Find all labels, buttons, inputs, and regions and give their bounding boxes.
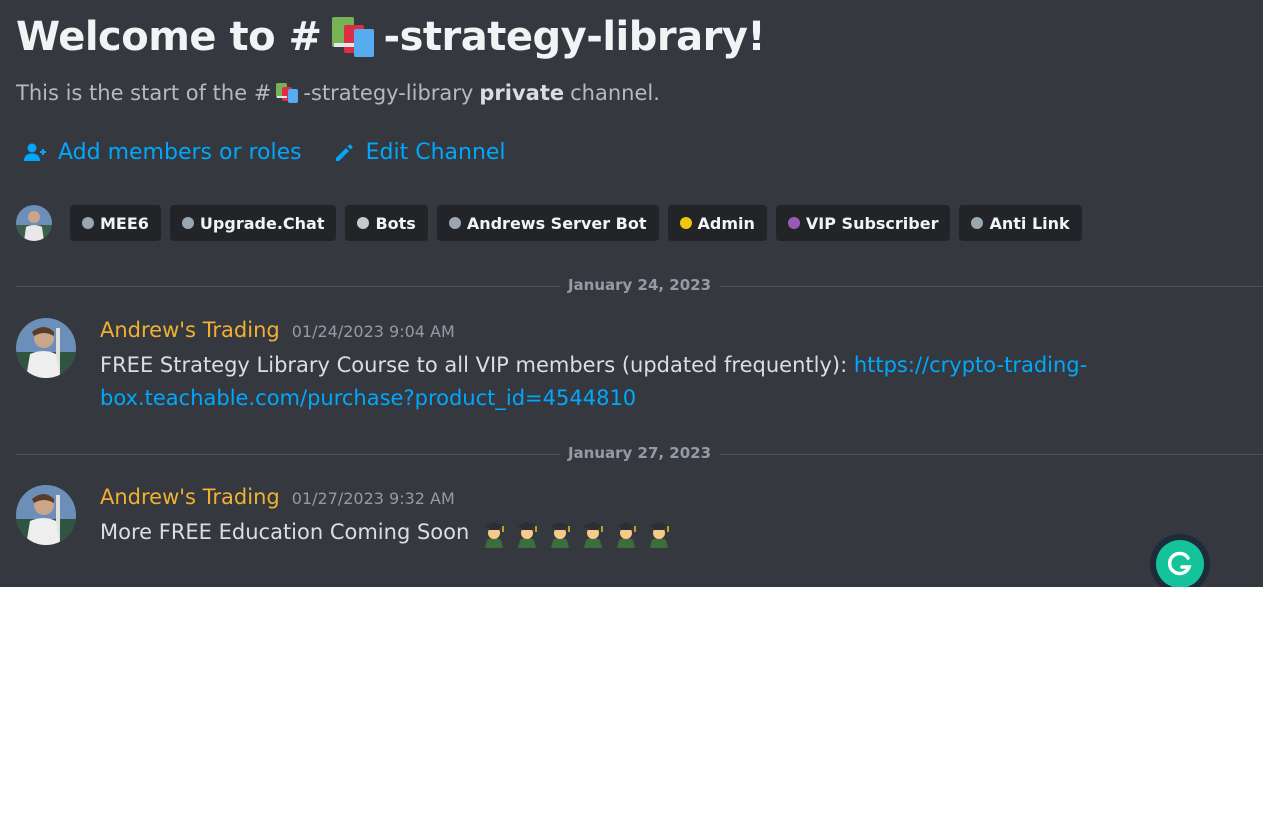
pencil-icon	[335, 144, 353, 161]
graduate-emoji-icon	[545, 518, 575, 548]
role-chip[interactable]: Bots	[345, 205, 428, 241]
message-body: Andrew's Trading 01/24/2023 9:04 AM FREE…	[100, 318, 1100, 415]
subtitle-channel: -strategy-library	[303, 81, 474, 105]
role-color-dot	[357, 217, 370, 229]
role-color-dot	[82, 217, 94, 229]
title-prefix: Welcome to #	[16, 14, 322, 60]
role-name: Anti Link	[989, 213, 1070, 233]
role-name: Bots	[375, 213, 416, 233]
role-color-dot	[787, 217, 800, 229]
message-author[interactable]: Andrew's Trading	[100, 485, 280, 509]
role-color-dot	[679, 217, 692, 229]
message-content: FREE Strategy Library Course to all VIP …	[100, 349, 1100, 415]
add-user-icon	[24, 143, 46, 161]
subtitle-prefix: This is the start of the #	[16, 81, 272, 105]
role-chip[interactable]: Admin	[667, 205, 767, 241]
channel-actions: Add members or roles Edit Channel	[24, 140, 538, 165]
role-chip[interactable]: MEE6	[70, 205, 161, 241]
role-chip[interactable]: Andrews Server Bot	[436, 205, 659, 241]
role-color-dot	[971, 217, 984, 229]
message-timestamp: 01/24/2023 9:04 AM	[291, 322, 455, 341]
graduate-emoji-icon	[479, 518, 509, 548]
emoji-group	[476, 520, 674, 548]
channel-welcome-panel: Welcome to # -strategy-library! This is …	[0, 0, 1263, 587]
date-divider: January 27, 2023	[16, 444, 1263, 462]
avatar[interactable]	[16, 205, 52, 241]
message-text: FREE Strategy Library Course to all VIP …	[100, 353, 854, 377]
role-name: MEE6	[100, 213, 149, 233]
role-name: Admin	[697, 213, 755, 233]
title-suffix: -strategy-library!	[383, 14, 766, 60]
subtitle-private: private	[479, 81, 565, 105]
add-members-button[interactable]: Add members or roles	[24, 140, 302, 165]
books-emoji-icon	[330, 15, 378, 59]
avatar[interactable]	[16, 318, 76, 378]
grammarly-button[interactable]	[1150, 534, 1210, 587]
role-color-dot	[448, 217, 461, 229]
role-chip[interactable]: VIP Subscriber	[775, 205, 951, 241]
message-body: Andrew's Trading 01/27/2023 9:32 AM More…	[100, 485, 1100, 549]
role-color-dot	[181, 217, 194, 229]
graduate-emoji-icon	[578, 518, 608, 548]
graduate-emoji-icon	[512, 518, 542, 548]
avatar[interactable]	[16, 485, 76, 545]
add-members-label: Add members or roles	[58, 140, 302, 165]
date-divider-label: January 27, 2023	[559, 444, 720, 462]
role-name: Upgrade.Chat	[199, 213, 325, 233]
message: Andrew's Trading 01/24/2023 9:04 AM FREE…	[16, 318, 1100, 415]
message-content: More FREE Education Coming Soon	[100, 516, 1100, 549]
message: Andrew's Trading 01/27/2023 9:32 AM More…	[16, 485, 1100, 549]
role-name: VIP Subscriber	[805, 213, 939, 233]
page-title: Welcome to # -strategy-library!	[16, 14, 766, 60]
books-emoji-icon	[275, 82, 301, 104]
role-chip[interactable]: Anti Link	[959, 205, 1082, 241]
edit-channel-button[interactable]: Edit Channel	[334, 140, 506, 165]
channel-subtitle: This is the start of the # -strategy-lib…	[16, 81, 660, 105]
subtitle-suffix: channel.	[570, 81, 660, 105]
graduate-emoji-icon	[644, 518, 674, 548]
message-text: More FREE Education Coming Soon	[100, 520, 470, 544]
message-author[interactable]: Andrew's Trading	[100, 318, 280, 342]
edit-channel-label: Edit Channel	[365, 140, 506, 165]
roles-row: MEE6 Upgrade.Chat Bots Andrews Server Bo…	[16, 205, 1091, 241]
graduate-emoji-icon	[611, 518, 641, 548]
role-name: Andrews Server Bot	[466, 213, 647, 233]
role-chip[interactable]: Upgrade.Chat	[169, 205, 337, 241]
message-timestamp: 01/27/2023 9:32 AM	[291, 489, 455, 508]
grammarly-icon	[1156, 540, 1204, 587]
date-divider-label: January 24, 2023	[559, 276, 720, 294]
date-divider: January 24, 2023	[16, 276, 1263, 294]
